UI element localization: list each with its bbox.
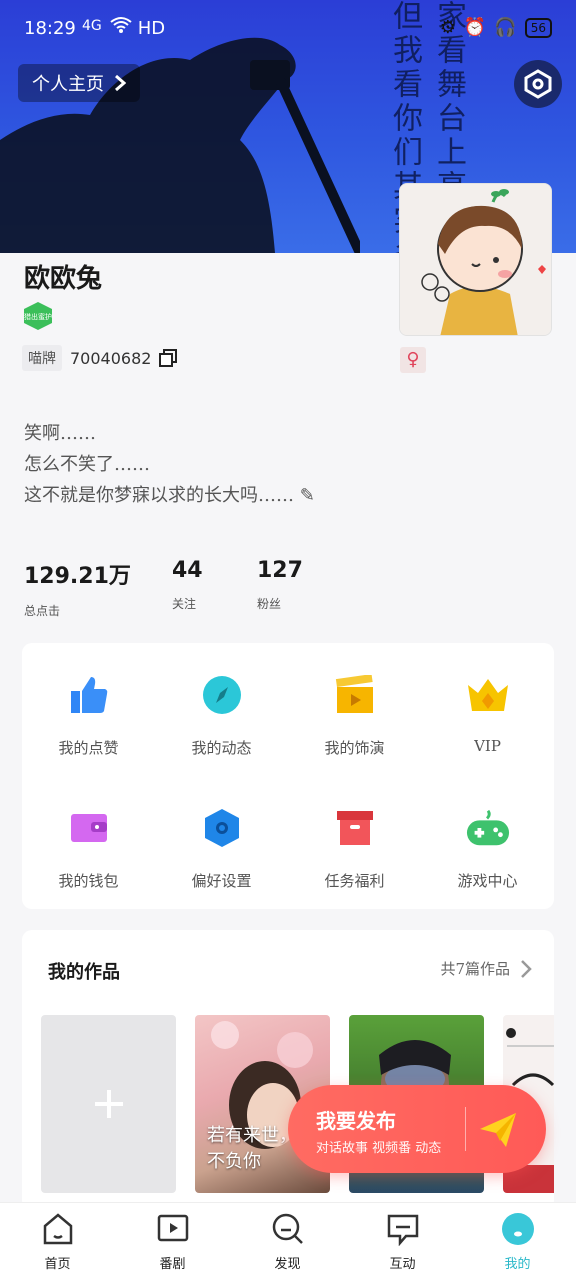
status-bar: 18:29 4G HD ⚙ ⏰ 🎧 56 [0,0,576,56]
thumbs-up-icon [67,673,111,717]
plus-icon [94,1090,123,1118]
search-discover-icon [270,1211,306,1247]
works-count: 共7篇作品 [440,960,510,978]
paper-plane-icon [480,1113,516,1147]
stat-fans[interactable]: 127 粉丝 [257,558,303,612]
compass-icon [200,673,244,717]
avatar-cartoon-image [400,184,551,335]
publish-subtitle: 对话故事 视频番 动态 [316,1141,442,1156]
bio-line: 怎么不笑了…… [24,454,150,475]
user-id: 70040682 [70,348,152,368]
clapperboard-icon [333,673,377,717]
bio: 笑啊…… 怎么不笑了…… 这不就是你梦寐以求的长大吗…… ✎ [24,418,315,511]
works-title: 我的作品 [48,962,120,983]
grid-label: 我的点赞 [58,739,119,757]
profile-icon [500,1211,536,1247]
badge-label: 猎出蜜护 [24,312,52,321]
signal-icon: 4G [82,18,102,34]
stat-label: 粉丝 [257,597,282,611]
nav-home[interactable]: 首页 [0,1211,115,1272]
copy-icon[interactable] [159,349,178,367]
network-type: HD [137,18,166,39]
status-time: 18:29 [24,18,76,39]
status-right-icons: ⚙ ⏰ 🎧 56 [440,17,552,38]
grid-item-vip[interactable]: VIP [421,643,554,763]
settings-button[interactable] [514,60,562,108]
bottom-navigation: 首页 番剧 发现 互动 我的 [0,1202,576,1280]
grid-label: 偏好设置 [191,872,252,890]
bio-line: 笑啊…… [24,423,96,444]
edit-pencil-icon[interactable]: ✎ [300,485,315,506]
nav-label: 我的 [504,1257,531,1272]
nav-series[interactable]: 番剧 [115,1211,230,1272]
user-id-row: 喵牌 70040682 [22,345,178,371]
quick-actions-card: 我的点赞 我的动态 我的饰演 VIP 我的钱包 偏好设置 任务福利 游戏中心 [22,643,554,909]
hexagon-settings-icon [200,806,244,850]
chat-icon [385,1211,421,1247]
gamepad-icon [466,806,510,850]
work-caption: 若有来世， 不负你 [207,1125,297,1172]
grid-item-games[interactable]: 游戏中心 [421,776,554,896]
profile-home-label: 个人主页 [32,74,104,95]
badge-icon: 猎出蜜护 [24,302,52,330]
nav-label: 番剧 [159,1257,186,1272]
stat-label: 总点击 [24,604,61,618]
wifi-icon [110,17,132,33]
stat-following[interactable]: 44 关注 [172,558,203,612]
username: 欧欧兔 [24,264,103,294]
crown-icon [466,673,510,717]
grid-label: 任务福利 [324,872,385,890]
nav-discover[interactable]: 发现 [230,1211,345,1272]
grid-label: VIP [474,737,501,755]
nav-me[interactable]: 我的 [460,1211,575,1272]
hexagon-settings-icon [524,69,552,99]
grid-label: 我的饰演 [324,739,385,757]
publish-button[interactable]: 我要发布 对话故事 视频番 动态 [288,1085,546,1173]
add-work-button[interactable] [41,1015,176,1193]
grid-item-preferences[interactable]: 偏好设置 [155,776,288,896]
gender-badge: ♀ [400,347,426,373]
stat-clicks[interactable]: 129.21万 总点击 [24,558,131,619]
stat-label: 关注 [172,597,197,611]
gift-box-icon [333,806,377,850]
grid-item-likes[interactable]: 我的点赞 [22,643,155,763]
stat-value: 127 [257,558,303,583]
works-more-link[interactable]: 共7篇作品 [440,958,532,979]
wifi-status: HD [110,16,165,39]
publish-divider [465,1107,466,1151]
grid-item-wallet[interactable]: 我的钱包 [22,776,155,896]
grid-item-roles[interactable]: 我的饰演 [288,643,421,763]
nav-label: 互动 [389,1257,416,1272]
id-tag: 喵牌 [22,345,62,371]
play-video-icon [155,1211,191,1247]
nav-interact[interactable]: 互动 [345,1211,460,1272]
nav-label: 首页 [44,1257,71,1272]
wallet-icon [67,806,111,850]
notification-icon: ⚙ [439,17,456,38]
level-badge[interactable]: 猎出蜜护 [22,302,54,330]
stat-value: 129.21万 [24,564,131,589]
stats-row: 129.21万 总点击 44 关注 127 粉丝 [24,558,564,618]
headphones-icon: 🎧 [494,17,517,38]
bio-line: 这不就是你梦寐以求的长大吗…… ✎ [24,480,315,511]
stat-value: 44 [172,558,203,583]
publish-title: 我要发布 [316,1109,396,1133]
grid-item-activity[interactable]: 我的动态 [155,643,288,763]
profile-home-button[interactable]: 个人主页 [18,64,140,102]
chevron-right-icon [115,74,126,92]
grid-label: 游戏中心 [457,872,518,890]
home-icon [40,1211,76,1247]
battery-icon: 56 [524,17,552,38]
grid-label: 我的钱包 [58,872,119,890]
bio-line-text: 这不就是你梦寐以求的长大吗…… [24,485,294,506]
chevron-right-icon [521,959,532,978]
alarm-icon: ⏰ [463,17,487,38]
avatar[interactable] [399,183,552,336]
grid-item-tasks[interactable]: 任务福利 [288,776,421,896]
nav-label: 发现 [274,1257,301,1272]
grid-label: 我的动态 [191,739,252,757]
